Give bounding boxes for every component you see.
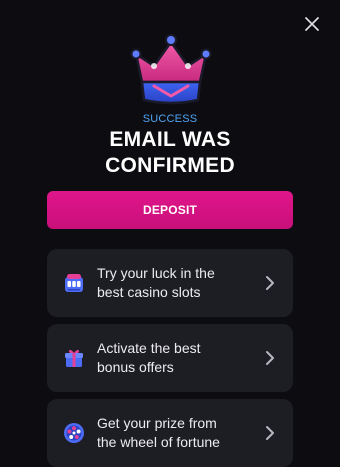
fortune-wheel-icon xyxy=(64,423,84,443)
modal-title-line: EMAIL WAS xyxy=(109,128,231,151)
offer-label-line: best casino slots xyxy=(97,284,201,300)
offer-label-line: Get your prize from xyxy=(97,415,217,431)
modal-title-line: CONFIRMED xyxy=(105,154,235,177)
close-icon xyxy=(305,17,319,31)
offer-label: Activate the best bonus offers xyxy=(97,339,257,377)
slot-machine-icon xyxy=(65,274,83,292)
modal-title: EMAIL WAS CONFIRMED xyxy=(0,127,340,179)
status-label: SUCCESS xyxy=(142,113,198,125)
chevron-right-icon xyxy=(266,351,274,365)
offer-card-wheel[interactable]: Get your prize from the wheel of fortune xyxy=(47,399,293,467)
close-button[interactable] xyxy=(300,12,324,36)
gift-icon xyxy=(65,349,83,367)
chevron-right-icon xyxy=(266,276,274,290)
offer-label-line: Activate the best xyxy=(97,340,201,356)
offer-label: Get your prize from the wheel of fortune xyxy=(97,414,257,452)
offer-label: Try your luck in the best casino slots xyxy=(97,264,257,302)
deposit-button[interactable]: DEPOSIT xyxy=(47,191,293,229)
offer-card-bonus[interactable]: Activate the best bonus offers xyxy=(47,324,293,392)
offer-label-line: the wheel of fortune xyxy=(97,434,220,450)
offer-label-line: Try your luck in the xyxy=(97,265,215,281)
offer-label-line: bonus offers xyxy=(97,359,174,375)
chevron-right-icon xyxy=(266,426,274,440)
offer-card-slots[interactable]: Try your luck in the best casino slots xyxy=(47,249,293,317)
crown-icon xyxy=(130,34,212,105)
